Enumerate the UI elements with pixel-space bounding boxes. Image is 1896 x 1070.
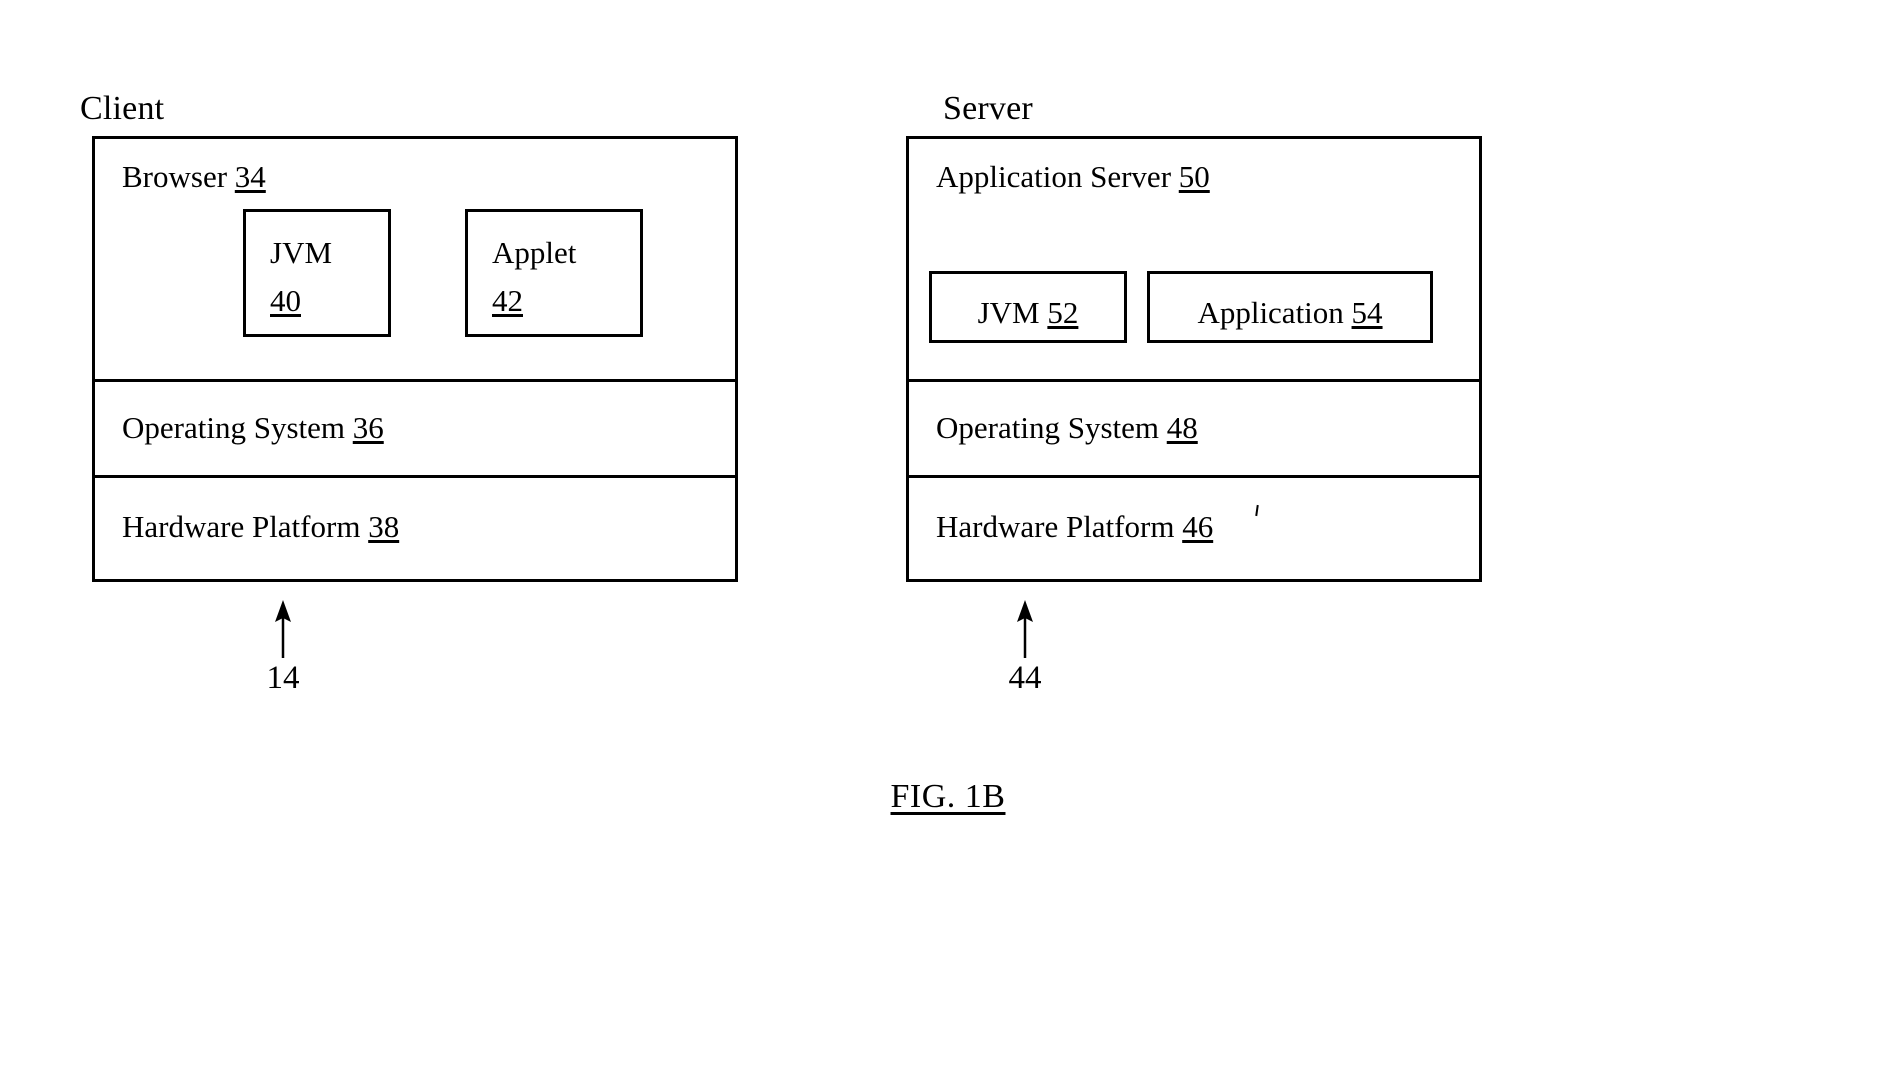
server-appserver-label: Application Server 50 <box>936 161 1210 192</box>
client-pointer-arrow-group: 14 <box>267 600 300 695</box>
patent-figure-1b: Client Browser 34 JVM 40 Applet 42 Opera… <box>0 0 1896 1070</box>
server-jvm-name: JVM <box>977 295 1048 330</box>
server-pointer-number: 44 <box>1008 660 1042 696</box>
client-hardware-platform-layer: Hardware Platform 38 <box>95 475 735 579</box>
up-arrow-icon <box>1017 600 1033 658</box>
server-application-name: Application <box>1197 295 1352 330</box>
server-application-text: Application 54 <box>1150 292 1430 334</box>
server-pointer-arrow-group: 44 <box>1009 600 1042 695</box>
server-hw-label-text: Hardware Platform <box>936 509 1183 544</box>
client-os-label: Operating System 36 <box>122 412 384 443</box>
server-os-ref: 48 <box>1166 410 1198 445</box>
server-jvm-box: JVM 52 <box>929 271 1127 343</box>
client-jvm-box: JVM 40 <box>243 209 391 337</box>
server-jvm-text: JVM 52 <box>932 292 1124 334</box>
client-os-ref: 36 <box>352 410 384 445</box>
client-hw-label: Hardware Platform 38 <box>122 511 399 542</box>
client-os-label-text: Operating System <box>122 410 353 445</box>
server-application-box: Application 54 <box>1147 271 1433 343</box>
server-appserver-label-text: Application Server <box>936 159 1179 194</box>
client-applet-text: Applet 42 <box>492 232 576 322</box>
server-jvm-ref: 52 <box>1047 295 1079 330</box>
client-hw-label-text: Hardware Platform <box>122 509 369 544</box>
server-os-label: Operating System 48 <box>936 412 1198 443</box>
client-pointer-number: 14 <box>266 660 300 696</box>
server-column-heading: Server <box>943 90 1033 127</box>
client-browser-layer: Browser 34 JVM 40 Applet 42 <box>95 139 735 379</box>
server-application-ref: 54 <box>1351 295 1383 330</box>
client-jvm-name: JVM <box>270 235 333 270</box>
client-applet-box: Applet 42 <box>465 209 643 337</box>
client-applet-name: Applet <box>492 235 577 270</box>
server-hardware-platform-layer: Hardware Platform 46 <box>909 475 1479 579</box>
client-column-heading: Client <box>80 90 165 127</box>
server-hw-label: Hardware Platform 46 <box>936 511 1213 542</box>
client-browser-label-text: Browser <box>122 159 235 194</box>
client-browser-label: Browser 34 <box>122 161 266 192</box>
client-browser-ref: 34 <box>234 159 266 194</box>
figure-caption: FIG. 1B <box>0 780 1896 814</box>
client-jvm-text: JVM 40 <box>270 232 332 322</box>
server-hw-ref: 46 <box>1182 509 1214 544</box>
client-stack: Browser 34 JVM 40 Applet 42 Operating Sy… <box>92 136 738 582</box>
up-arrow-icon <box>275 600 291 658</box>
server-os-label-text: Operating System <box>936 410 1167 445</box>
client-operating-system-layer: Operating System 36 <box>95 379 735 475</box>
client-hw-ref: 38 <box>368 509 400 544</box>
figure-caption-text: FIG. 1B <box>890 778 1006 815</box>
server-stack: Application Server 50 JVM 52 Application… <box>906 136 1482 582</box>
client-jvm-ref: 40 <box>270 282 301 318</box>
server-application-server-layer: Application Server 50 JVM 52 Application… <box>909 139 1479 379</box>
client-applet-ref: 42 <box>492 282 523 318</box>
server-appserver-ref: 50 <box>1178 159 1210 194</box>
server-operating-system-layer: Operating System 48 <box>909 379 1479 475</box>
